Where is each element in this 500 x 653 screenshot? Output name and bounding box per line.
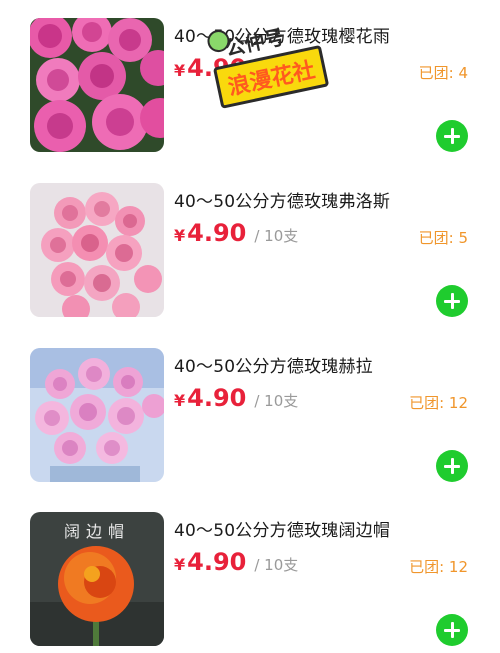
price-symbol: ¥ [174,391,186,410]
product-item[interactable]: 40～50公分方德玫瑰赫拉 ¥ 4.90 / 10支 已团: 12 [0,348,500,498]
sold-count: 已团: 4 [418,64,468,82]
price-unit: / 10支 [254,556,299,574]
price-value: 4.90 [187,54,247,82]
product-title: 40～50公分方德玫瑰弗洛斯 [174,192,391,212]
pink-roses-image [30,18,164,152]
product-image[interactable] [30,183,164,317]
product-item[interactable]: 阔边帽 40～50公分方德玫瑰阔边帽 ¥ 4.90 / 10支 已团: 12 [0,512,500,653]
image-caption: 阔边帽 [63,522,130,541]
price-symbol: ¥ [174,61,186,80]
price-row: ¥ 4.90 / 10支 [174,219,298,251]
price-row: ¥ 4.90 / 10支 [174,548,298,580]
add-to-cart-button[interactable] [436,120,468,152]
product-title: 40～50公分方德玫瑰赫拉 [174,357,373,377]
product-image[interactable]: 阔边帽 [30,512,164,646]
add-to-cart-button[interactable] [436,450,468,482]
sold-count: 已团: 12 [409,558,468,576]
pink-rose-bouquet-image [30,183,164,317]
product-image[interactable] [30,348,164,482]
price-unit: / 10支 [254,392,299,410]
price-unit: / 10支 [254,62,299,80]
price-row: ¥ 4.90 / 10支 [174,54,298,86]
price-value: 4.90 [187,384,247,412]
add-to-cart-button[interactable] [436,614,468,646]
light-pink-roses-image [30,348,164,482]
product-title: 40～50公分方德玫瑰阔边帽 [174,521,391,541]
price-value: 4.90 [187,548,247,576]
price-unit: / 10支 [254,227,299,245]
product-item[interactable]: 40～50公分方德玫瑰樱花雨 ¥ 4.90 / 10支 已团: 4 [0,18,500,168]
add-to-cart-button[interactable] [436,285,468,317]
price-value: 4.90 [187,219,247,247]
product-item[interactable]: 40～50公分方德玫瑰弗洛斯 ¥ 4.90 / 10支 已团: 5 [0,183,500,333]
price-row: ¥ 4.90 / 10支 [174,384,298,416]
product-title: 40～50公分方德玫瑰樱花雨 [174,27,391,47]
sold-count: 已团: 5 [418,229,468,247]
product-image[interactable] [30,18,164,152]
price-symbol: ¥ [174,226,186,245]
sold-count: 已团: 12 [409,394,468,412]
price-symbol: ¥ [174,555,186,574]
